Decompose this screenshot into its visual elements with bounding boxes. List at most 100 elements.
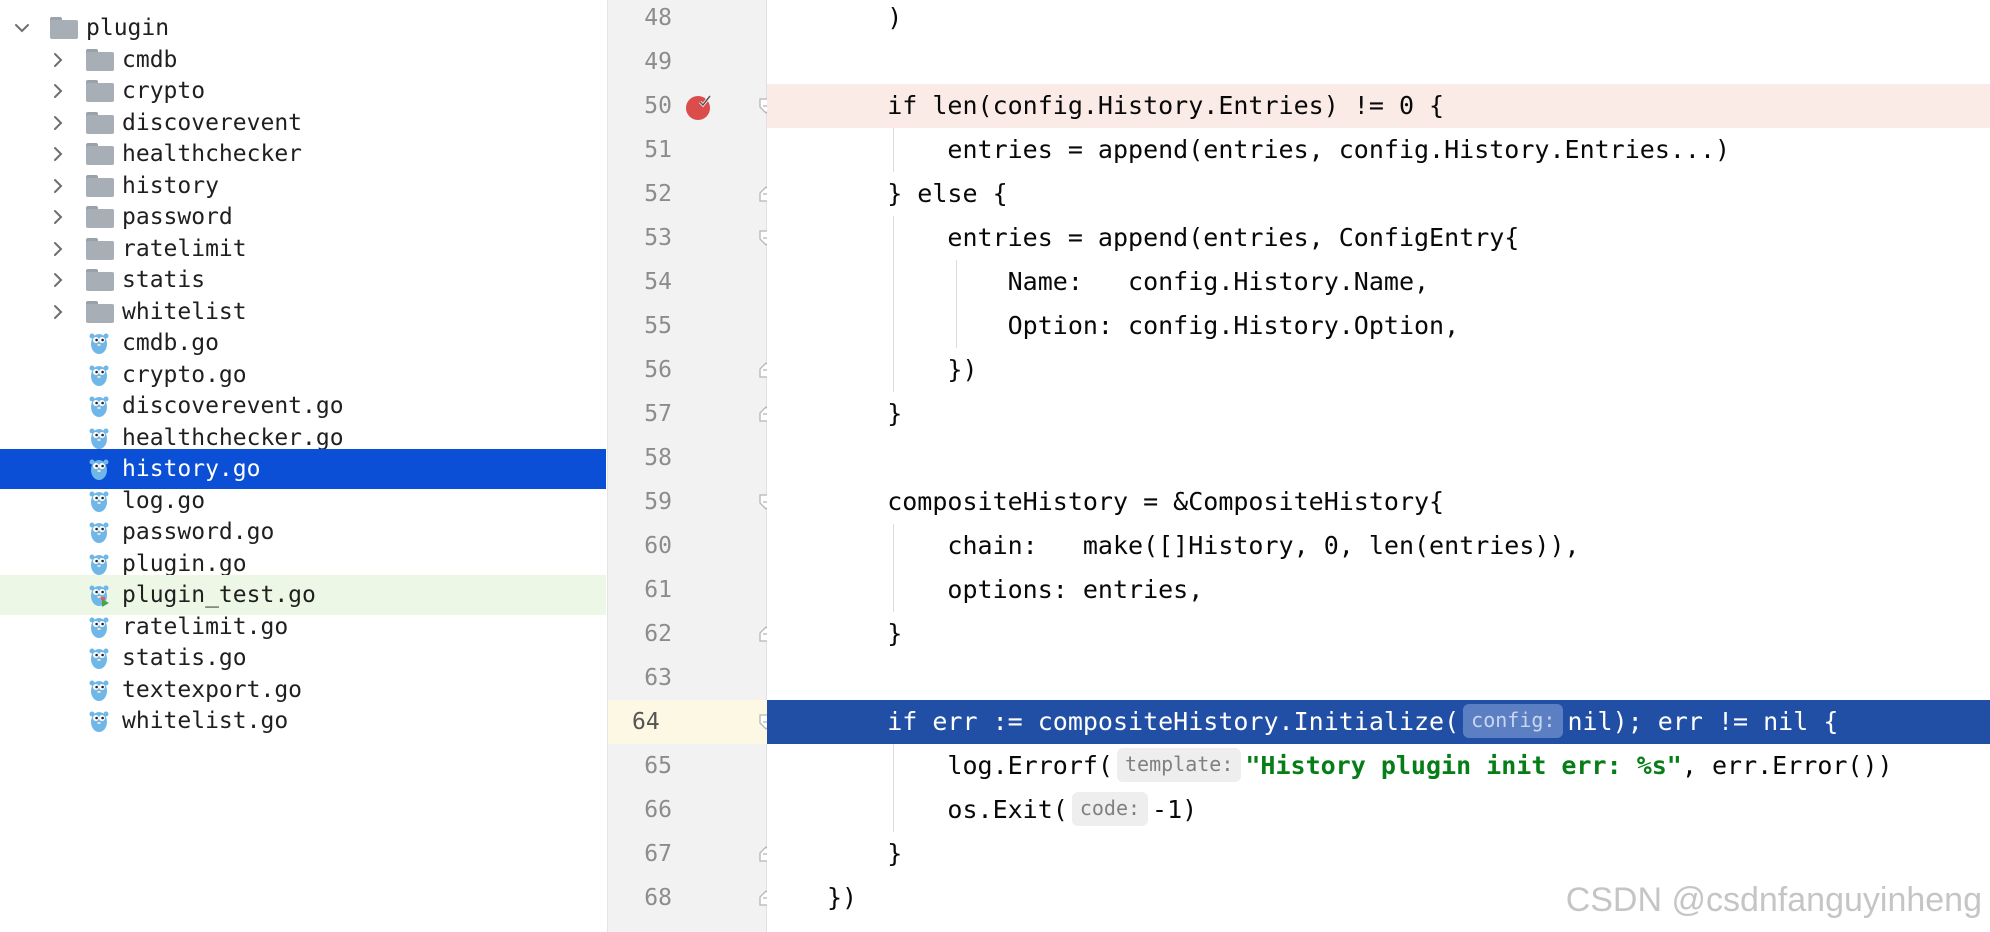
tree-item-label: healthchecker.go	[122, 424, 344, 451]
chevron-down-icon[interactable]	[14, 20, 30, 36]
code-line[interactable]: Name: config.History.Name,	[767, 260, 1990, 304]
code-line[interactable]	[767, 436, 1990, 480]
tree-item-label: crypto.go	[122, 361, 247, 388]
chevron-right-icon[interactable]	[50, 52, 66, 68]
folder-icon	[50, 17, 78, 39]
tree-item-label: whitelist.go	[122, 708, 289, 734]
chevron-right-icon[interactable]	[50, 209, 66, 225]
chevron-right-icon[interactable]	[50, 115, 66, 131]
tree-item-label: plugin	[86, 15, 170, 41]
code-line[interactable]	[767, 656, 1990, 700]
code-text: options: entries,	[827, 575, 1204, 604]
code-line[interactable]: if len(config.History.Entries) != 0 {	[767, 84, 1990, 128]
code-line[interactable]	[767, 40, 1990, 84]
indent-guide	[956, 304, 958, 348]
code-line[interactable]: }	[767, 612, 1990, 656]
code-text: log.Errorf(template: "History plugin init…	[827, 744, 1893, 788]
line-number: 68	[644, 885, 672, 911]
folder-icon	[86, 80, 114, 102]
tree-item-label: history	[122, 172, 219, 199]
code-text: compositeHistory = &CompositeHistory{	[827, 487, 1445, 516]
code-text: if len(config.History.Entries) != 0 {	[827, 91, 1445, 120]
indent-guide	[892, 128, 894, 172]
code-line[interactable]: entries = append(entries, ConfigEntry{	[767, 216, 1990, 260]
tree-item-label: log.go	[122, 487, 206, 514]
chevron-right-icon[interactable]	[50, 83, 66, 99]
code-line[interactable]: if err := compositeHistory.Initialize(co…	[767, 700, 1990, 744]
folder-icon	[86, 174, 114, 197]
line-number: 57	[644, 401, 672, 427]
code-line[interactable]: options: entries,	[767, 568, 1990, 612]
chevron-right-icon[interactable]	[50, 178, 66, 194]
tree-item-label: textexport.go	[122, 676, 303, 703]
project-tree[interactable]: plugin cmdb crypto discoverevent healthcheck…	[0, 0, 608, 932]
code-text: })	[827, 883, 858, 912]
chevron-right-icon[interactable]	[50, 304, 66, 320]
tree-file-whitelist-go[interactable]: whitelist.go	[0, 701, 606, 741]
line-number: 55	[644, 313, 672, 339]
tree-item-label: password	[122, 204, 233, 230]
line-number: 52	[644, 181, 672, 207]
line-number: 60	[644, 533, 672, 559]
indent-guide	[892, 348, 894, 392]
line-number: 48	[644, 5, 672, 31]
code-text: }	[827, 619, 903, 648]
code-line[interactable]: log.Errorf(template: "History plugin init…	[767, 744, 1990, 788]
code-text: entries = append(entries, config.History…	[827, 135, 1731, 164]
tree-item-label: statis.go	[122, 645, 247, 671]
indent-guide	[892, 304, 894, 348]
go-file-icon	[88, 362, 110, 388]
code-line[interactable]: )	[767, 0, 1990, 40]
code-line[interactable]: } else {	[767, 172, 1990, 216]
tree-item-label: discoverevent.go	[122, 393, 344, 419]
go-file-icon	[88, 645, 110, 671]
line-number: 53	[644, 225, 672, 251]
code-line[interactable]: }	[767, 392, 1990, 436]
go-file-icon	[88, 677, 110, 703]
tree-item-label: healthchecker	[122, 141, 303, 167]
line-number: 51	[644, 137, 672, 163]
line-number: 49	[644, 49, 672, 75]
chevron-right-icon[interactable]	[50, 241, 66, 257]
code-text: } else {	[827, 179, 1008, 208]
code-text: )	[827, 3, 903, 32]
indent-guide	[892, 524, 894, 568]
folder-icon	[86, 237, 114, 260]
code-line[interactable]: }	[767, 832, 1990, 876]
line-number: 67	[644, 841, 672, 867]
code-editor[interactable]: CSDN @csdnfanguyinheng ) if len(config.H…	[767, 0, 1990, 932]
tree-item-label: whitelist	[122, 298, 247, 325]
tree-item-label: cmdb.go	[122, 330, 219, 356]
line-number: 66	[644, 797, 672, 823]
line-number: 63	[644, 665, 672, 691]
go-file-icon	[88, 488, 110, 514]
tree-item-label: password.go	[122, 519, 275, 545]
tree-item-label: plugin_test.go	[122, 582, 316, 608]
line-number: 56	[644, 357, 672, 383]
tree-item-label: discoverevent	[122, 109, 303, 136]
go-file-icon	[88, 425, 110, 451]
code-line[interactable]: entries = append(entries, config.History…	[767, 128, 1990, 172]
code-line[interactable]: compositeHistory = &CompositeHistory{	[767, 480, 1990, 524]
line-number: 58	[644, 445, 672, 471]
folder-icon	[86, 48, 114, 71]
chevron-right-icon[interactable]	[50, 146, 66, 162]
go-file-icon	[88, 551, 110, 577]
code-text: if err := compositeHistory.Initialize(co…	[827, 700, 1838, 744]
code-line[interactable]: chain: make([]History, 0, len(entries)),	[767, 524, 1990, 568]
go-file-icon	[88, 708, 110, 734]
breakpoint-icon[interactable]	[684, 92, 712, 120]
code-text: chain: make([]History, 0, len(entries)),	[827, 531, 1580, 560]
tree-item-label: crypto	[122, 78, 206, 104]
go-file-icon	[88, 456, 110, 482]
folder-icon	[86, 269, 114, 291]
code-line[interactable]: })	[767, 876, 1990, 920]
code-line[interactable]: os.Exit(code: -1)	[767, 788, 1990, 832]
code-line[interactable]: Option: config.History.Option,	[767, 304, 1990, 348]
line-number: 59	[644, 489, 672, 515]
chevron-right-icon[interactable]	[50, 272, 66, 288]
code-line[interactable]: })	[767, 348, 1990, 392]
editor-gutter[interactable]: 48 49 50 51 52 53 54 55 56 57 58 59 60 61 62 63 64 65 66 67…	[608, 0, 773, 932]
tree-item-label: history.go	[122, 456, 261, 482]
go-file-icon	[88, 519, 110, 545]
